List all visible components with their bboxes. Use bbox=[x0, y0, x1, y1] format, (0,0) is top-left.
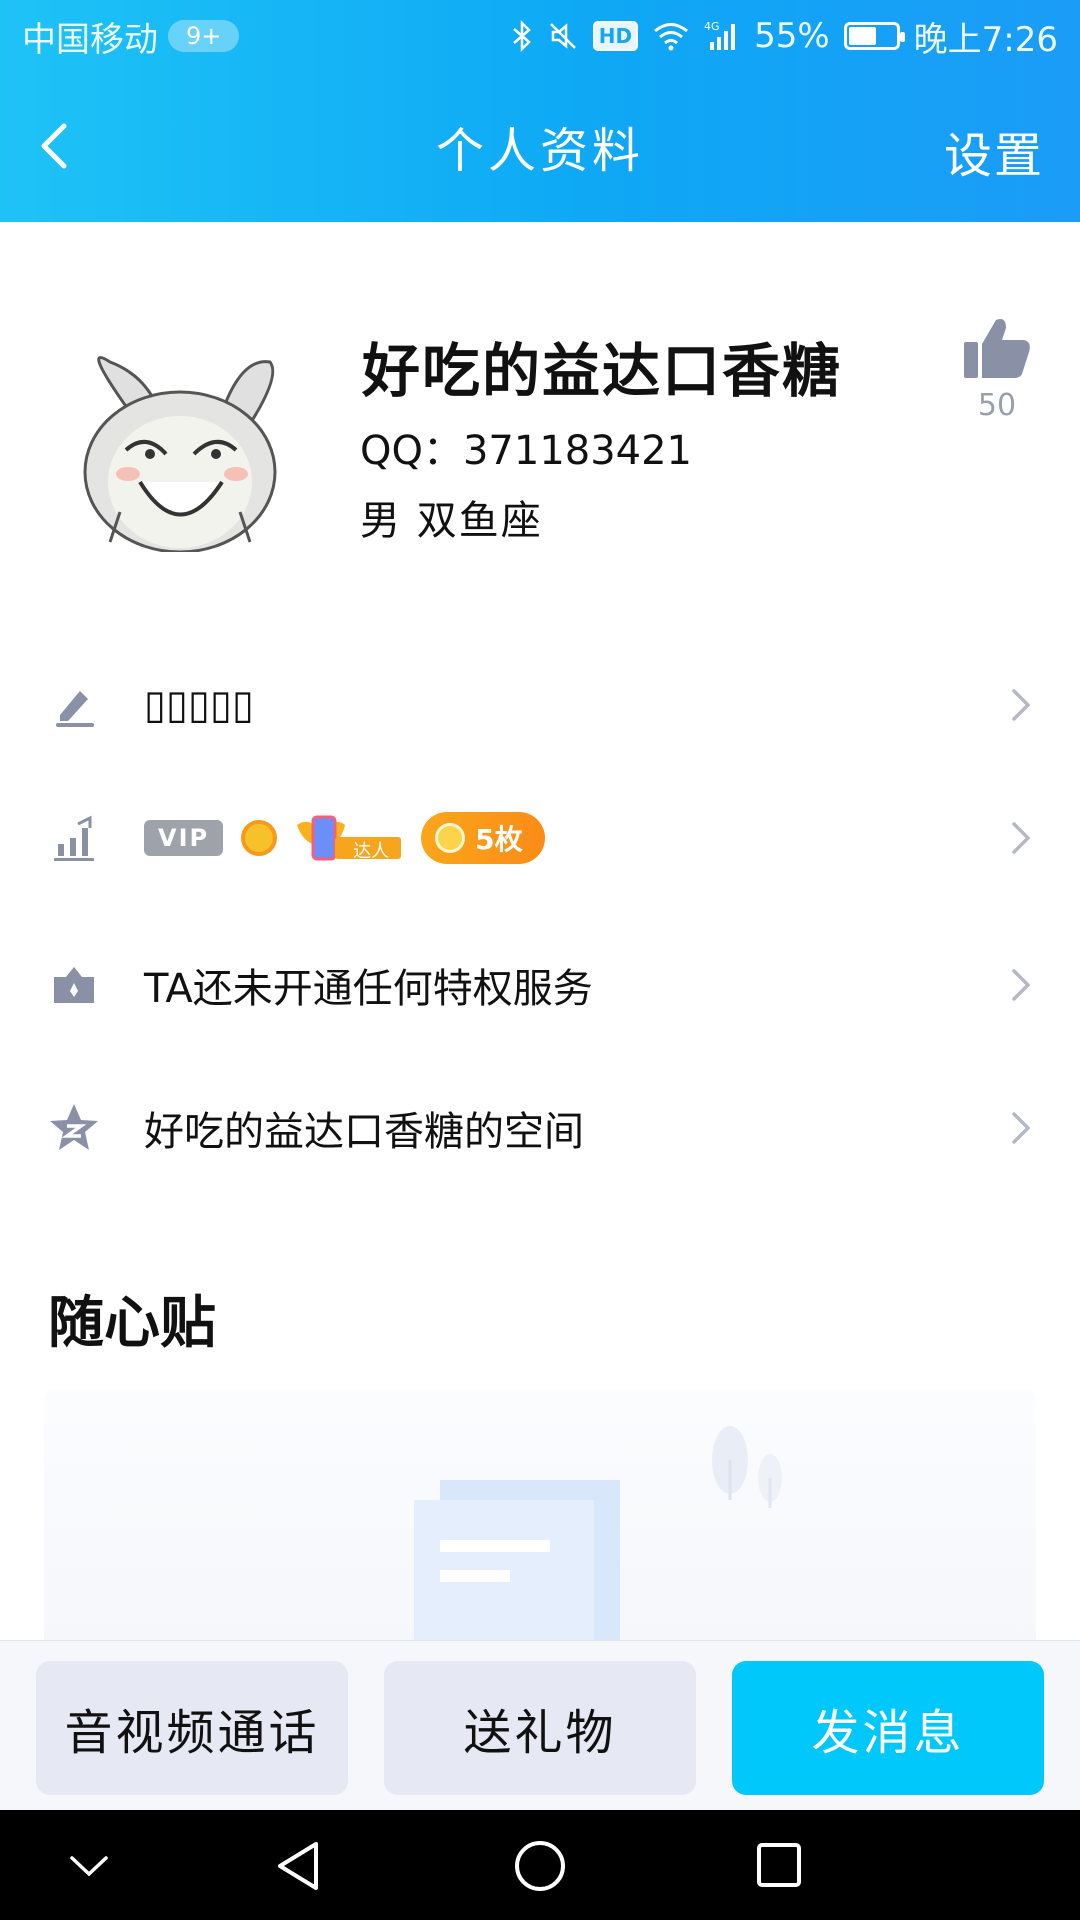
chevron-right-icon bbox=[1012, 1112, 1031, 1144]
send-gift-button[interactable]: 送礼物 bbox=[384, 1661, 696, 1795]
empty-illustration-icon bbox=[414, 1426, 782, 1650]
privilege-label: TA还未开通任何特权服务 bbox=[144, 966, 593, 1012]
system-navigation-bar bbox=[0, 1810, 1080, 1920]
status-bar: 中国移动 9+ HD 4G 55% 晚上7:26 bbox=[0, 0, 1080, 72]
edit-icon bbox=[48, 679, 100, 731]
profile-screen: 中国移动 9+ HD 4G 55% 晚上7:26 个人资料 设置 好吃的益达口香… bbox=[0, 0, 1080, 1920]
thumbs-up-icon bbox=[964, 319, 1030, 378]
collapse-chevron-icon[interactable] bbox=[66, 1846, 112, 1886]
bluetooth-icon bbox=[511, 20, 533, 52]
qzone-star-icon bbox=[48, 1102, 100, 1154]
profile-card: 好吃的益达口香糖 QQ：371183421 男 双鱼座 50 bbox=[0, 222, 1080, 602]
sticky-notes-empty-card[interactable] bbox=[44, 1390, 1036, 1650]
level-row[interactable]: VIP 达人 5枚 bbox=[0, 778, 1080, 898]
video-call-button[interactable]: 音视频通话 bbox=[36, 1661, 348, 1795]
sun-level-icon bbox=[241, 820, 278, 856]
signature-row[interactable]: ▯▯▯▯▯ bbox=[0, 645, 1080, 765]
gender-zodiac: 男 双鱼座 bbox=[360, 498, 543, 544]
battery-percent: 55% bbox=[754, 16, 830, 56]
privilege-row[interactable]: TA还未开通任何特权服务 bbox=[0, 925, 1080, 1045]
navbar: 个人资料 设置 bbox=[0, 96, 1080, 196]
daren-label: 达人 bbox=[353, 841, 390, 862]
signal-icon: 4G bbox=[704, 20, 740, 52]
chevron-right-icon bbox=[1012, 969, 1031, 1001]
like-button[interactable]: 50 bbox=[952, 314, 1042, 423]
settings-button[interactable]: 设置 bbox=[944, 116, 1044, 186]
battery-icon bbox=[843, 22, 905, 50]
action-bar: 音视频通话 送礼物 发消息 bbox=[0, 1640, 1080, 1810]
like-count: 50 bbox=[977, 388, 1017, 423]
chevron-right-icon bbox=[1012, 822, 1031, 854]
crown-icon bbox=[48, 959, 100, 1011]
level-icon bbox=[48, 812, 100, 864]
avatar[interactable] bbox=[70, 332, 290, 554]
badge-list: VIP 达人 5枚 bbox=[144, 812, 545, 864]
send-message-button[interactable]: 发消息 bbox=[732, 1661, 1044, 1795]
carrier-label: 中国移动 bbox=[22, 19, 158, 60]
daren-badge: 达人 bbox=[295, 815, 403, 862]
rabbit-avatar-icon bbox=[83, 356, 277, 554]
qzone-row[interactable]: 好吃的益达口香糖的空间 bbox=[0, 1068, 1080, 1188]
medal-badge: 5枚 bbox=[421, 812, 545, 864]
back-triangle-icon[interactable] bbox=[272, 1838, 324, 1894]
recents-square-icon[interactable] bbox=[754, 1840, 804, 1890]
mute-icon bbox=[547, 20, 579, 52]
qq-number: QQ：371183421 bbox=[360, 428, 693, 474]
chevron-right-icon bbox=[1012, 689, 1031, 721]
notification-badge: 9+ bbox=[168, 20, 240, 52]
nickname: 好吃的益达口香糖 bbox=[362, 337, 843, 405]
vip-badge: VIP bbox=[144, 820, 224, 856]
medal-icon bbox=[435, 823, 466, 853]
section-title: 随心贴 bbox=[48, 1291, 216, 1356]
clock: 晚上7:26 bbox=[913, 19, 1058, 60]
hd-icon: HD bbox=[592, 21, 639, 51]
medal-count: 5枚 bbox=[475, 823, 523, 856]
home-circle-icon[interactable] bbox=[512, 1838, 568, 1894]
header: 中国移动 9+ HD 4G 55% 晚上7:26 个人资料 设置 bbox=[0, 0, 1080, 222]
page-title: 个人资料 bbox=[435, 123, 644, 179]
qzone-label: 好吃的益达口香糖的空间 bbox=[144, 1109, 584, 1155]
signature-label: ▯▯▯▯▯ bbox=[144, 682, 255, 728]
wifi-icon bbox=[652, 21, 690, 51]
network-label: 4G bbox=[704, 20, 720, 33]
